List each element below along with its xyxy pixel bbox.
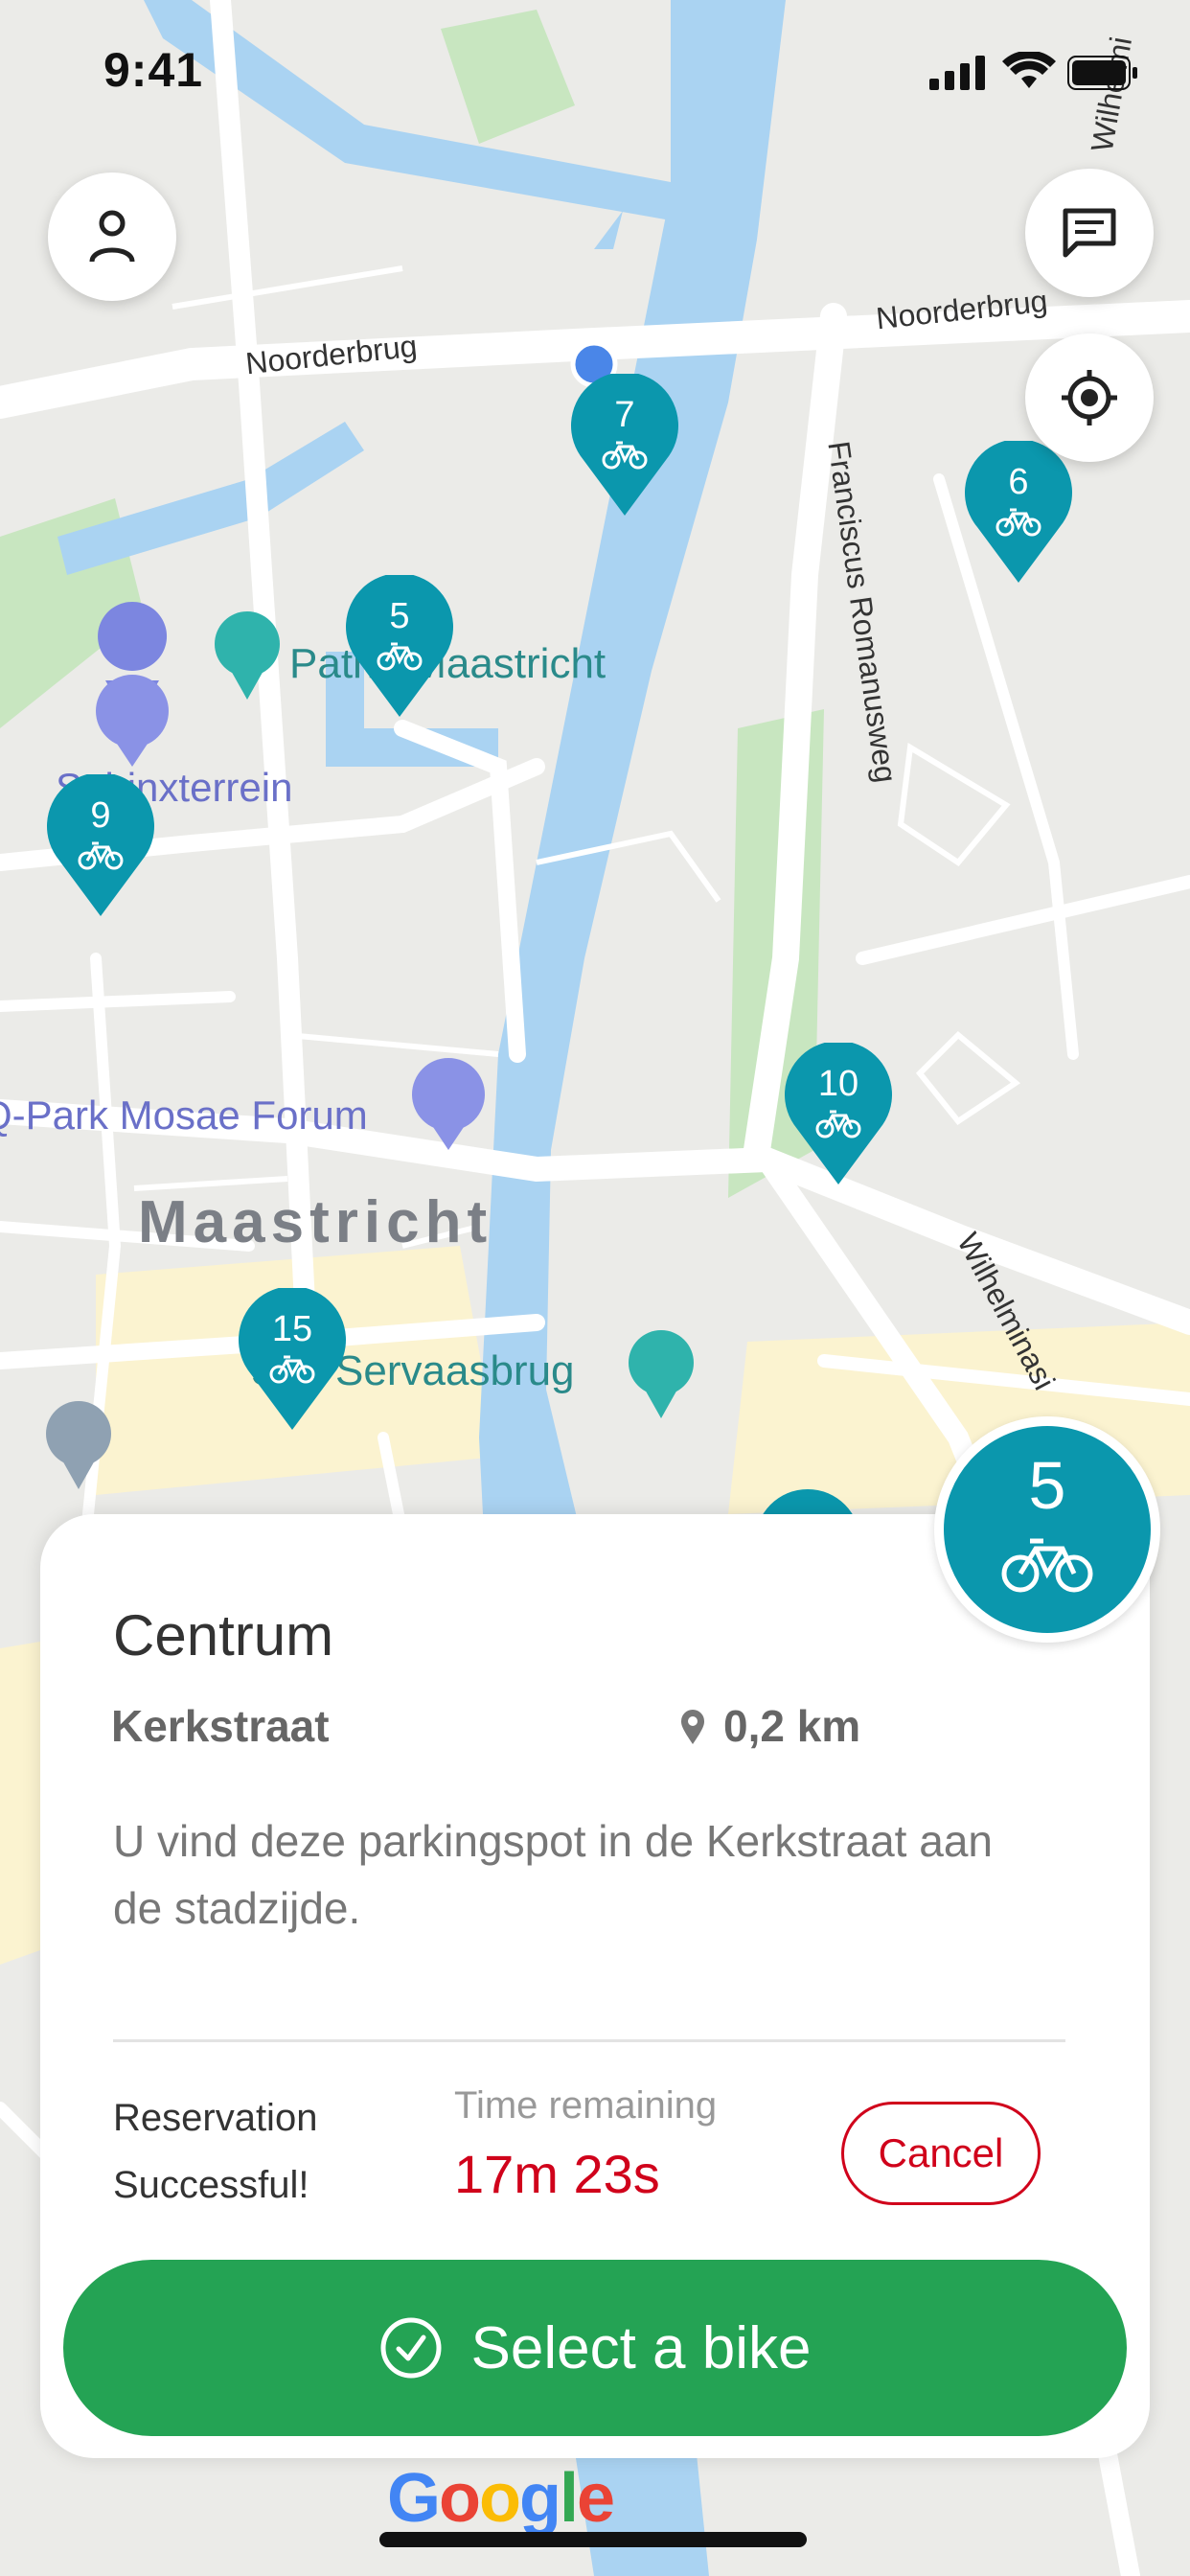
poi-maastricht: Maastricht [138, 1189, 493, 1255]
bike-marker-count: 15 [271, 1309, 313, 1349]
bike-icon [815, 1110, 861, 1138]
bike-marker[interactable]: 15 [238, 1288, 347, 1432]
reservation-status: Reservation Successful! [113, 2084, 317, 2219]
locate-button[interactable] [1025, 334, 1154, 462]
bike-marker[interactable]: 10 [784, 1043, 893, 1186]
bike-count: 5 [1028, 1448, 1066, 1523]
bike-marker[interactable]: 5 [345, 575, 454, 719]
battery-icon [1067, 56, 1137, 90]
crosshair-icon [1062, 370, 1117, 426]
bike-icon [78, 841, 124, 870]
reservation-status-line2: Successful! [113, 2164, 309, 2206]
divider [113, 2039, 1065, 2042]
signal-icon [929, 56, 985, 90]
person-icon [89, 210, 135, 263]
google-logo: Google [387, 2460, 615, 2537]
cancel-button[interactable]: Cancel [841, 2102, 1041, 2205]
bike-marker[interactable]: 6 [964, 441, 1073, 585]
status-time: 9:41 [103, 43, 204, 97]
select-bike-label: Select a bike [470, 2314, 812, 2381]
spot-title: Centrum [113, 1603, 334, 1668]
time-remaining-value: 17m 23s [454, 2144, 660, 2204]
select-bike-button[interactable]: Select a bike [63, 2260, 1127, 2436]
bike-marker-count: 10 [817, 1064, 859, 1104]
bike-count-badge: 5 [934, 1416, 1160, 1643]
bike-marker[interactable]: 7 [570, 374, 679, 518]
bike-icon [377, 642, 423, 671]
spot-description: U vind deze parkingspot in de Kerkstraat… [113, 1816, 993, 1933]
time-remaining-label: Time remaining [454, 2084, 718, 2127]
profile-button[interactable] [48, 172, 176, 301]
spot-distance: 0,2 km [723, 1701, 861, 1751]
bike-icon [995, 508, 1041, 537]
message-icon [1063, 208, 1116, 258]
bike-icon [602, 441, 648, 470]
messages-button[interactable] [1025, 169, 1154, 297]
reservation-status-line1: Reservation [113, 2097, 318, 2139]
bike-marker-count: 6 [1008, 462, 1029, 502]
poi-qpark[interactable]: Q-Park Mosae Forum [0, 1092, 368, 1138]
wifi-icon [1002, 52, 1056, 88]
check-circle-icon [380, 2317, 441, 2379]
spot-street: Kerkstraat [111, 1701, 330, 1751]
bike-icon [1001, 1538, 1093, 1593]
bike-marker-count: 9 [90, 795, 111, 836]
status-bar: 9:41 [0, 0, 1190, 144]
home-indicator[interactable] [379, 2532, 807, 2547]
bike-marker-count: 5 [389, 596, 410, 636]
location-pin-icon [681, 1710, 704, 1744]
bike-marker[interactable]: 9 [46, 774, 155, 918]
bike-icon [269, 1355, 315, 1384]
bike-marker-count: 7 [614, 395, 635, 435]
